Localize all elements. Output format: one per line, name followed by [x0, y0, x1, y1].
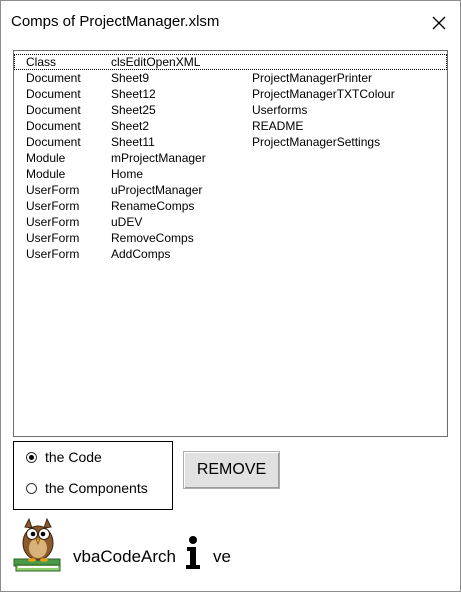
component-name: Sheet25 — [111, 103, 156, 117]
option-frame: the Code the Components — [13, 441, 173, 510]
component-name: RemoveComps — [111, 231, 194, 245]
brand-text-end: ve — [213, 547, 231, 566]
component-name: uDEV — [111, 215, 143, 229]
list-item[interactable]: Module mProjectManager — [14, 150, 447, 166]
component-name: mProjectManager — [111, 151, 206, 165]
component-type: Document — [26, 103, 81, 117]
component-type: Document — [26, 87, 81, 101]
component-type: Class — [26, 55, 57, 69]
remove-button[interactable]: REMOVE — [183, 451, 280, 489]
list-item[interactable]: Document Sheet11 ProjectManagerSettings — [14, 134, 447, 150]
component-name: RenameComps — [111, 199, 195, 213]
component-type: UserForm — [26, 247, 80, 261]
radio-components-label: the Components — [45, 480, 148, 496]
radio-the-components[interactable]: the Components — [26, 478, 148, 498]
component-type: UserForm — [26, 231, 80, 245]
component-name: uProjectManager — [111, 183, 203, 197]
component-name: Sheet2 — [111, 119, 150, 133]
list-item[interactable]: Class clsEditOpenXML — [14, 54, 447, 70]
component-doc-name: Userforms — [252, 103, 308, 117]
dialog-window: Comps of ProjectManager.xlsm Class clsEdi… — [0, 0, 461, 592]
list-item[interactable]: Document Sheet2 README — [14, 118, 447, 134]
list-item[interactable]: Document Sheet9 ProjectManagerPrinter — [14, 70, 447, 86]
brand-text-start: vbaCodeArch — [73, 547, 177, 566]
owl-logo-icon — [11, 517, 65, 573]
list-item[interactable]: Document Sheet25 Userforms — [14, 102, 447, 118]
component-type: Module — [26, 151, 66, 165]
component-doc-name: ProjectManagerPrinter — [252, 71, 373, 85]
component-type: UserForm — [26, 215, 80, 229]
radio-the-code[interactable]: the Code — [26, 447, 102, 467]
component-type: UserForm — [26, 183, 80, 197]
list-item[interactable]: UserForm uProjectManager — [14, 182, 447, 198]
list-item[interactable]: UserForm RemoveComps — [14, 230, 447, 246]
radio-button-icon[interactable] — [26, 451, 37, 463]
list-item[interactable]: UserForm uDEV — [14, 214, 447, 230]
close-button[interactable] — [424, 8, 454, 38]
close-icon — [432, 16, 446, 30]
component-type: Document — [26, 135, 81, 149]
window-title: Comps of ProjectManager.xlsm — [11, 13, 220, 30]
info-i-icon — [184, 535, 202, 571]
components-listbox[interactable]: Class clsEditOpenXML Document Sheet9 Project… — [13, 50, 448, 437]
component-name: clsEditOpenXML — [111, 55, 201, 69]
list-item[interactable]: UserForm AddComps — [14, 246, 447, 262]
component-type: Module — [26, 167, 66, 181]
component-name: Sheet9 — [111, 71, 150, 85]
radio-code-label: the Code — [45, 449, 102, 465]
component-type: UserForm — [26, 199, 80, 213]
list-item[interactable]: Document Sheet12 ProjectManagerTXTColour — [14, 86, 447, 102]
component-doc-name: ProjectManagerTXTColour — [252, 87, 395, 101]
title-bar: Comps of ProjectManager.xlsm — [1, 1, 460, 43]
component-name: Home — [111, 167, 144, 181]
component-type: Document — [26, 119, 81, 133]
list-item[interactable]: UserForm RenameComps — [14, 198, 447, 214]
component-doc-name: ProjectManagerSettings — [252, 135, 381, 149]
component-name: Sheet12 — [111, 87, 156, 101]
list-item[interactable]: Module Home — [14, 166, 447, 182]
radio-button-icon[interactable] — [26, 482, 37, 494]
component-type: Document — [26, 71, 81, 85]
component-name: AddComps — [111, 247, 171, 261]
component-name: Sheet11 — [111, 135, 155, 149]
component-doc-name: README — [252, 119, 304, 133]
